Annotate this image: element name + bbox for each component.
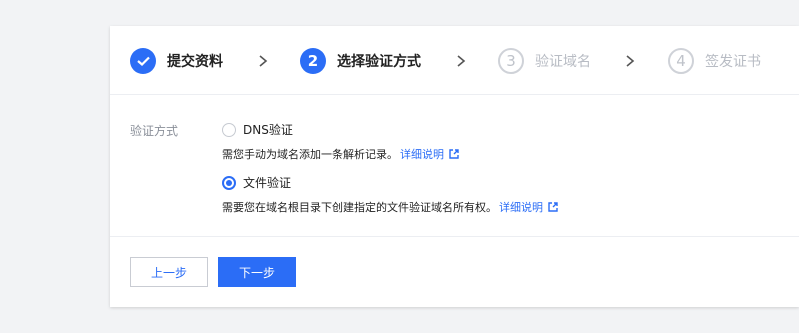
file-verification-label: 文件验证 xyxy=(243,176,292,190)
divider xyxy=(110,236,799,237)
previous-step-button[interactable]: 上一步 xyxy=(130,257,208,287)
chevron-right-icon xyxy=(259,55,268,67)
step-4-label: 签发证书 xyxy=(705,54,761,70)
next-step-button[interactable]: 下一步 xyxy=(218,257,296,287)
dns-verification-label: DNS验证 xyxy=(243,123,293,137)
step-1-label: 提交资料 xyxy=(167,54,223,70)
checkmark-icon xyxy=(130,48,156,74)
chevron-right-icon xyxy=(626,55,635,67)
step-4: 4 签发证书 xyxy=(668,47,761,75)
external-link-icon[interactable] xyxy=(548,202,558,212)
file-details-link[interactable]: 详细说明 xyxy=(499,199,543,215)
file-description-text: 需要您在域名根目录下创建指定的文件验证域名所有权。 xyxy=(222,201,497,214)
external-link-icon[interactable] xyxy=(449,149,459,159)
file-verification-option[interactable]: 文件验证 xyxy=(222,174,291,191)
verification-method-label: 验证方式 xyxy=(130,124,179,138)
dns-description-text: 需您手动为域名添加一条解析记录。 xyxy=(222,148,398,161)
step-4-number: 4 xyxy=(668,48,694,74)
file-verification-description: 需要您在域名根目录下创建指定的文件验证域名所有权。 详细说明 xyxy=(222,199,558,215)
radio-file[interactable] xyxy=(222,175,236,190)
step-3-number: 3 xyxy=(498,48,524,74)
step-2-number: 2 xyxy=(300,48,326,74)
chevron-right-icon xyxy=(457,55,466,67)
step-indicator: 提交资料 2 选择验证方式 3 验证域名 4 签发证书 xyxy=(110,26,799,95)
dns-details-link[interactable]: 详细说明 xyxy=(400,146,444,162)
step-3: 3 验证域名 xyxy=(498,47,591,75)
dns-verification-option[interactable]: DNS验证 xyxy=(222,121,293,138)
dns-verification-description: 需您手动为域名添加一条解析记录。 详细说明 xyxy=(222,146,459,162)
step-1: 提交资料 xyxy=(130,47,223,75)
step-2-label: 选择验证方式 xyxy=(337,54,421,70)
certificate-wizard-card: 提交资料 2 选择验证方式 3 验证域名 4 签发证书 验证方式 DNS验证 需… xyxy=(110,26,799,307)
radio-dns[interactable] xyxy=(222,122,236,137)
step-3-label: 验证域名 xyxy=(535,54,591,70)
step-2: 2 选择验证方式 xyxy=(300,47,421,75)
